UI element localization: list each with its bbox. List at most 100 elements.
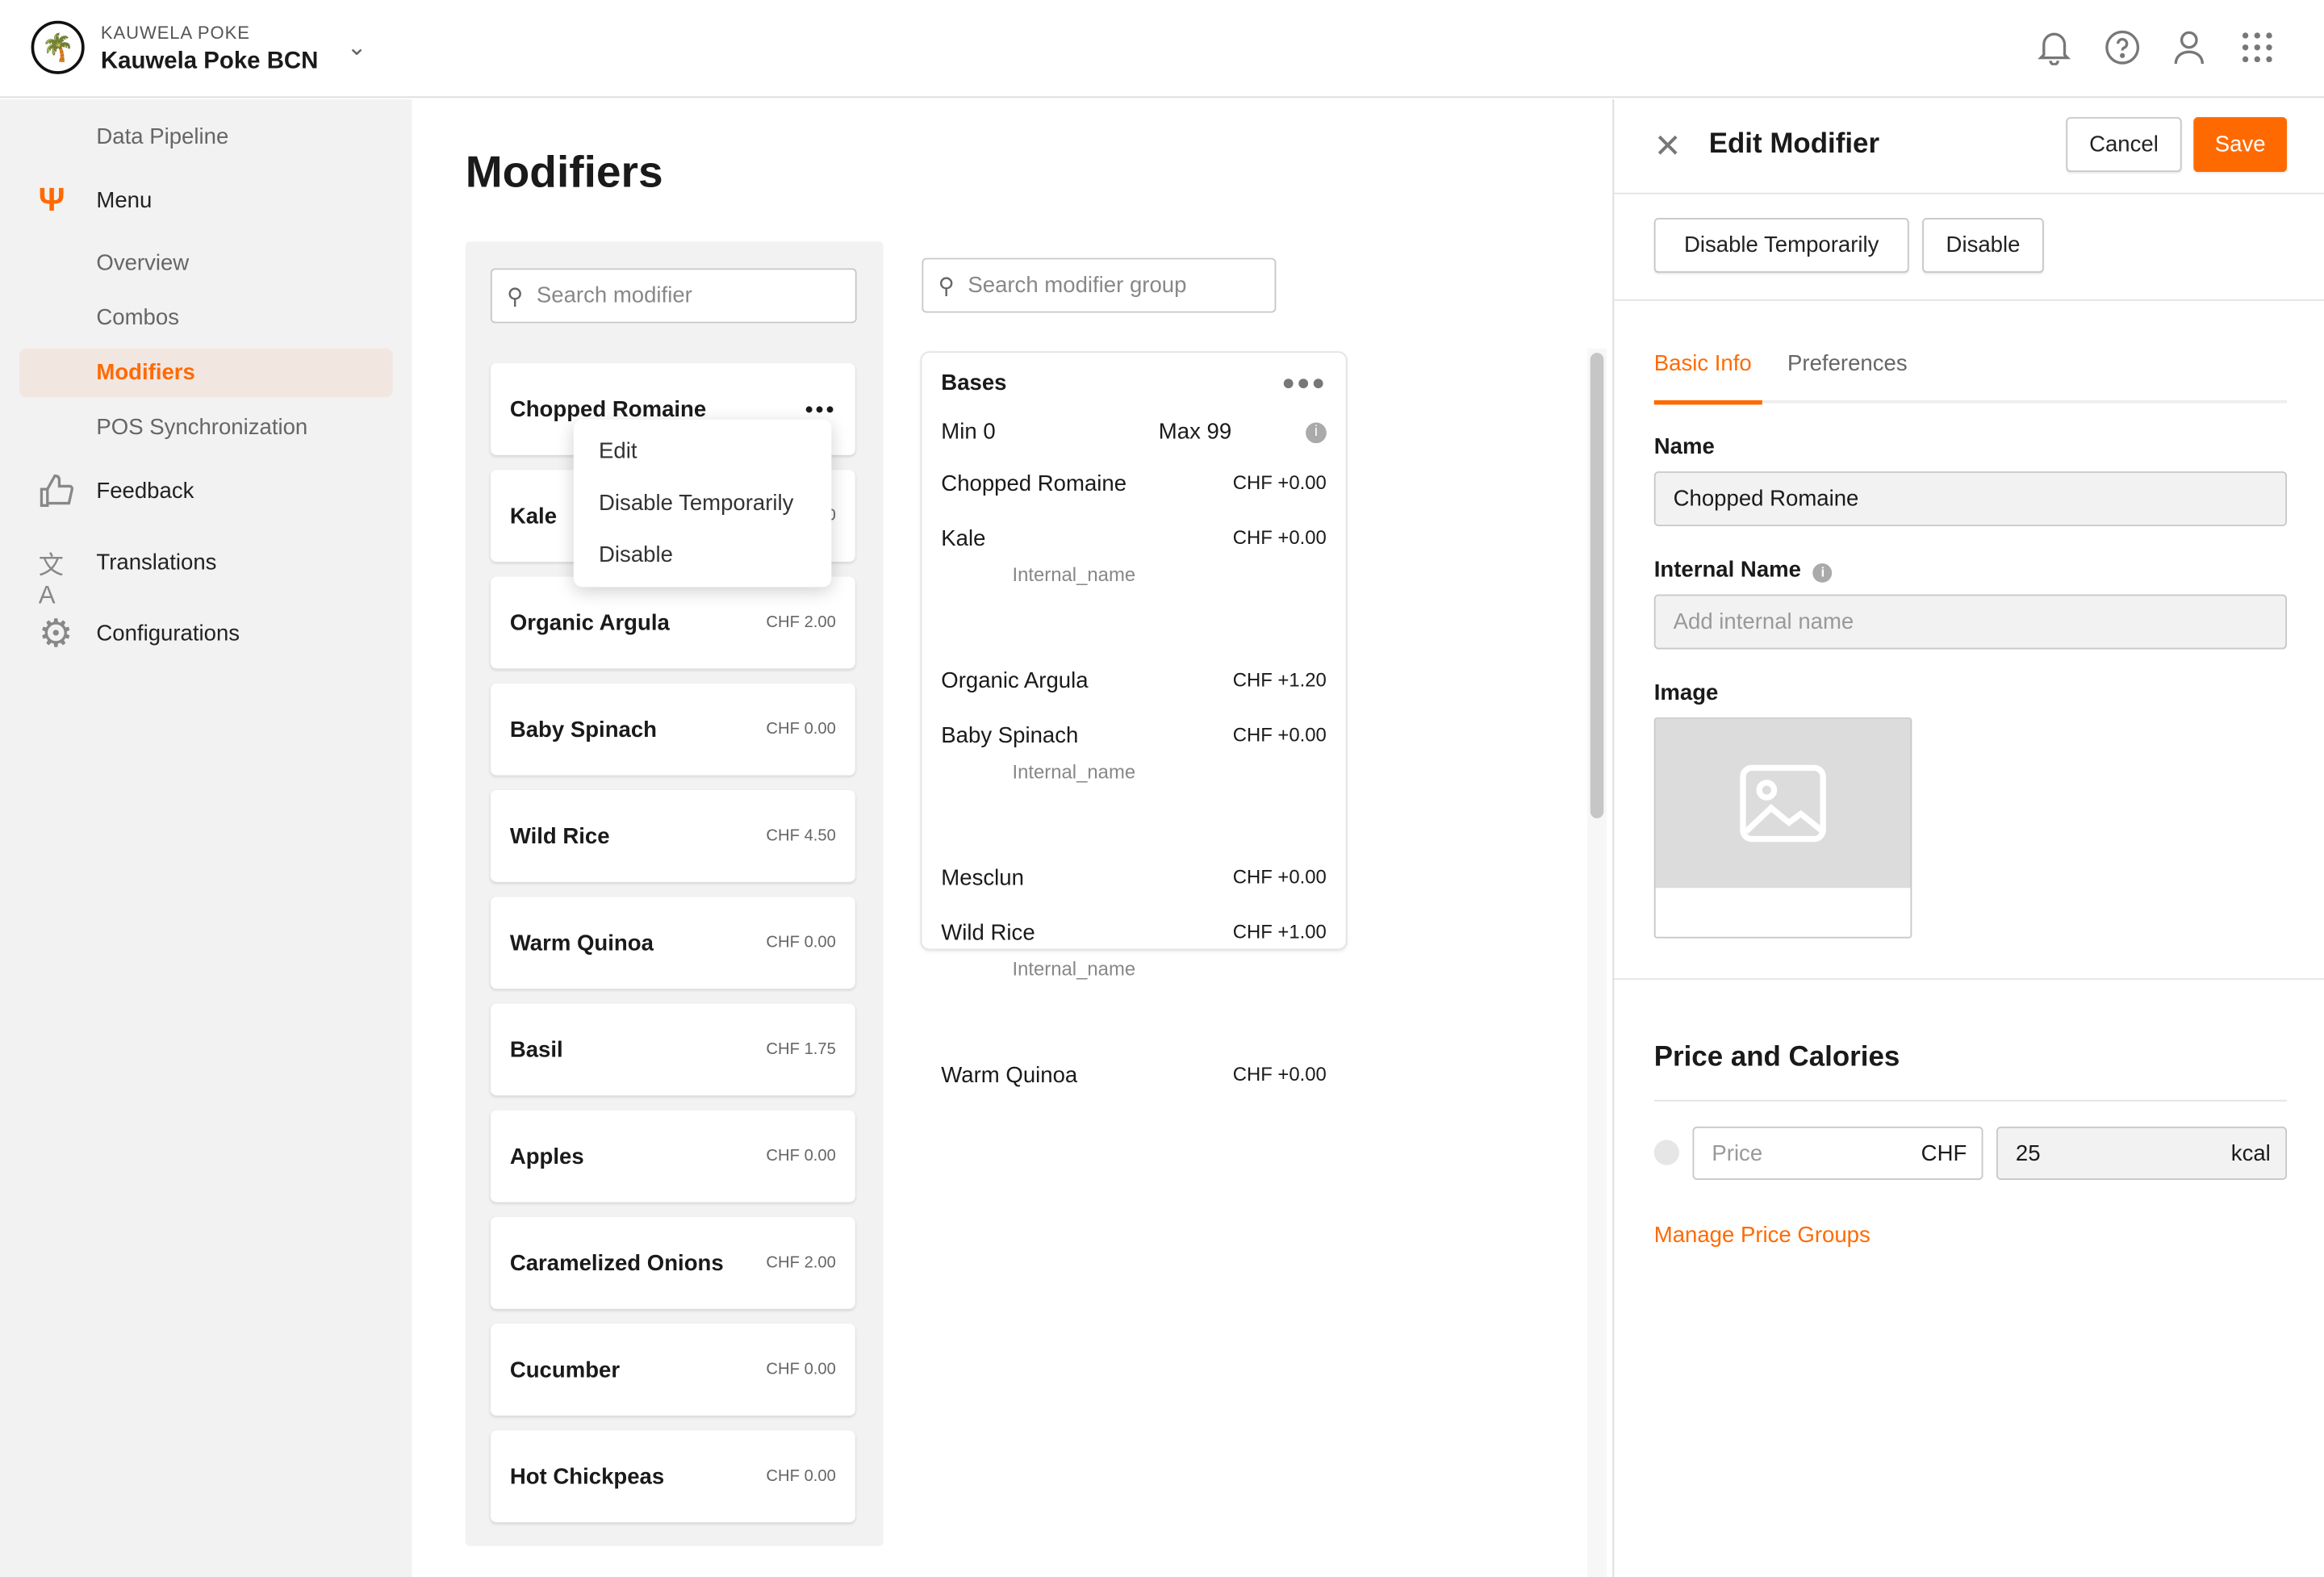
group-item-name: Mesclun [941,865,1024,891]
group-item[interactable]: Kale CHF +0.00 [941,526,1327,551]
group-item[interactable]: Wild Rice CHF +1.00 [941,921,1327,946]
modifier-name: Chopped Romaine [509,396,707,422]
thumbs-up-icon [39,473,77,512]
modifier-group-card[interactable]: Bases ●●● Min 0 Max 99 i Chopped Romaine CHF… [920,351,1348,1088]
group-item[interactable]: Warm Quinoa CHF +0.00 [941,1063,1327,1088]
disable-button[interactable]: Disable [1922,217,2044,273]
modifier-card[interactable]: Caramelized Onions CHF 2.00 [490,1216,855,1309]
internal-name-label: Internal Name i [1654,558,1833,583]
search-modifier-input[interactable]: ⚲ Search modifier [490,268,857,324]
tab-preferences[interactable]: Preferences [1787,351,1908,376]
group-item[interactable]: Baby Spinach CHF +0.00 [941,723,1327,748]
sidebar-item-overview[interactable]: Overview [96,250,189,275]
fork-spoon-icon: Ψ [38,181,65,218]
more-options-icon[interactable]: ●●● [1281,370,1326,395]
help-icon[interactable] [2101,27,2142,68]
bell-icon[interactable] [2034,27,2075,68]
modifier-card[interactable]: Cucumber CHF 0.00 [490,1324,855,1416]
translate-icon: 文A [38,551,64,609]
cancel-button[interactable]: Cancel [2066,117,2182,173]
group-item-internal-name: Internal_name [1012,563,1136,586]
sidebar-item-translations[interactable]: Translations [96,550,216,575]
menu-item-edit[interactable]: Edit [574,425,832,477]
info-icon[interactable]: i [1306,422,1327,444]
divider [1653,1099,2288,1102]
modifier-price: CHF 1.75 [766,1040,836,1059]
group-max: Max 99 [1158,419,1232,445]
menu-item-disable[interactable]: Disable [574,529,832,581]
scrollbar-thumb[interactable] [1590,353,1604,818]
divider [1614,192,2324,195]
sidebar-item-configurations[interactable]: Configurations [96,621,240,646]
group-name: Bases [941,370,1007,396]
modifier-card[interactable]: Warm Quinoa CHF 0.00 [490,897,855,989]
search-modifier-group-input[interactable]: ⚲ Search modifier group [922,257,1277,313]
group-item-name: Wild Rice [941,920,1035,946]
info-icon[interactable]: i [1812,563,1833,583]
image-upload[interactable] [1653,717,1912,939]
group-item-price: CHF +0.00 [1232,471,1327,494]
modifier-price: CHF 0.00 [766,934,836,952]
calories-unit: kcal [2230,1140,2271,1166]
org-name[interactable]: Kauwela Poke BCN [101,49,318,76]
modifier-price: CHF 2.00 [766,1253,836,1272]
panel-title: Edit Modifier [1708,128,1880,161]
modifier-name: Caramelized Onions [509,1250,724,1276]
group-item-price: CHF +1.20 [1232,668,1327,691]
page-title: Modifiers [465,148,663,198]
name-label: Name [1653,434,1715,460]
group-item[interactable]: Chopped Romaine CHF +0.00 [941,471,1327,496]
sidebar-item-feedback[interactable]: Feedback [96,479,194,504]
modifier-name: Wild Rice [509,823,610,849]
group-item[interactable]: Organic Argula CHF +1.20 [941,668,1327,693]
modifier-card[interactable]: Basil CHF 1.75 [490,1003,855,1096]
modifier-name: Apples [509,1144,584,1169]
sidebar-item-menu[interactable]: Menu [96,188,152,213]
price-calories-heading: Price and Calories [1653,1042,1900,1073]
save-button[interactable]: Save [2193,117,2288,173]
close-icon[interactable]: ✕ [1654,128,1682,166]
search-icon: ⚲ [507,283,524,309]
sidebar-item-pos-synchronization[interactable]: POS Synchronization [96,415,307,440]
user-icon[interactable] [2168,27,2209,68]
more-options-icon[interactable]: ●●● [805,401,836,417]
search-icon: ⚲ [938,273,955,299]
group-item-price: CHF +0.00 [1232,723,1327,746]
apps-grid-icon[interactable] [2237,27,2278,68]
modifier-card[interactable]: Wild Rice CHF 4.50 [490,789,855,882]
group-item-price: CHF +0.00 [1232,526,1327,549]
modifier-card[interactable]: Hot Chickpeas CHF 0.00 [490,1430,855,1523]
tab-basic-info[interactable]: Basic Info [1654,351,1752,376]
group-item[interactable]: Mesclun CHF +0.00 [941,866,1327,891]
divider [1614,978,2324,981]
price-input[interactable]: Price CHF [1692,1126,1983,1181]
chevron-down-icon[interactable]: ⌄ [347,32,367,62]
modifier-card[interactable]: Baby Spinach CHF 0.00 [490,683,855,776]
price-radio[interactable] [1653,1140,1679,1165]
brand-logo-palm-icon: 🌴 [31,20,85,74]
modifier-card[interactable]: Organic Argula CHF 2.00 [490,576,855,669]
name-input[interactable]: Chopped Romaine [1653,471,2288,527]
group-min: Min 0 [941,419,996,445]
sidebar-item-modifiers[interactable]: Modifiers [96,360,194,385]
divider [1614,299,2324,301]
modifier-card[interactable]: Apples CHF 0.00 [490,1110,855,1203]
modifier-name: Cucumber [509,1357,621,1382]
group-item-name: Organic Argula [941,668,1089,694]
group-item-name: Kale [941,526,986,552]
manage-price-groups-link[interactable]: Manage Price Groups [1654,1223,1870,1248]
group-item-price: CHF +0.00 [1232,1062,1327,1085]
app-root: 🌴 KAUWELA POKE Kauwela Poke BCN ⌄ Data P… [0,0,2324,1577]
calories-input[interactable]: 25 kcal [1996,1126,2288,1181]
internal-name-input[interactable]: Add internal name [1653,594,2288,650]
modifier-price: CHF 0.00 [766,720,836,738]
active-item-highlight [19,348,393,398]
menu-item-disable-temporarily[interactable]: Disable Temporarily [574,477,832,529]
modifier-price: CHF 0.00 [766,1361,836,1379]
modifier-name: Organic Argula [509,609,670,636]
sidebar-item-combos[interactable]: Combos [96,305,179,330]
context-menu: Edit Disable Temporarily Disable [573,419,832,588]
disable-temporarily-button[interactable]: Disable Temporarily [1653,217,1909,273]
sidebar-item-data-pipeline[interactable]: Data Pipeline [96,124,228,149]
group-item-internal-name: Internal_name [1012,760,1136,783]
